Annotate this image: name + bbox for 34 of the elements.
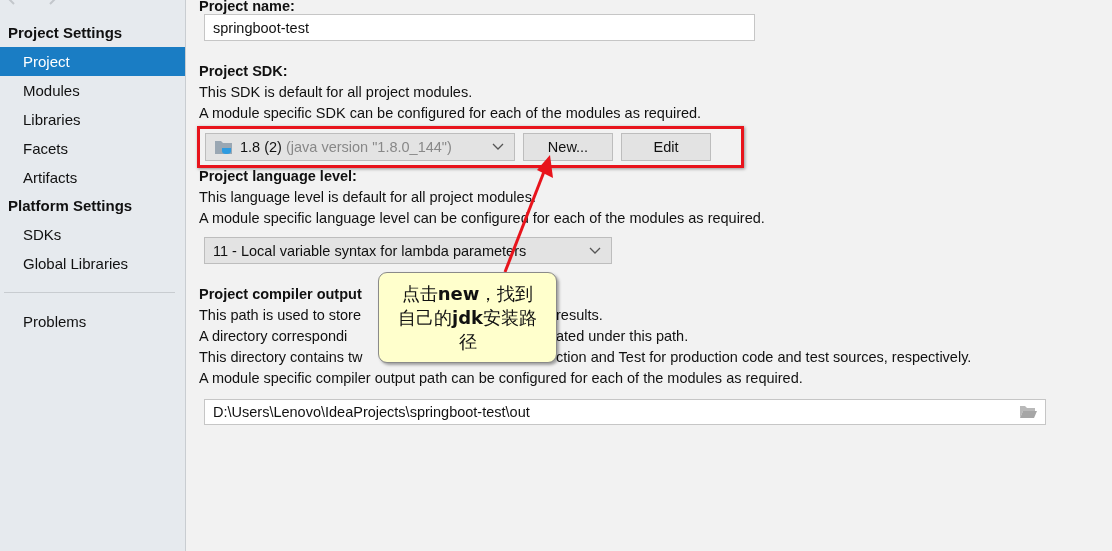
section-heading: Project Settings (7, 23, 124, 43)
description-text: ction and Test for production code and test sources, respectively. (556, 348, 972, 367)
description-text: This directory contains tw (199, 349, 363, 365)
field-label: Project SDK: (199, 62, 289, 81)
field-label: Project compiler output (199, 285, 362, 304)
description-text: A module specific compiler output path can be configured for each of the modules as required. (199, 369, 804, 388)
sidebar-item[interactable]: Problems (0, 307, 185, 336)
sidebar-item[interactable]: Artifacts (0, 163, 185, 192)
description-text: A directory correspondi (199, 328, 348, 344)
section-heading: Platform Settings (7, 196, 134, 216)
chevron-down-icon (589, 246, 601, 255)
sdk-dropdown[interactable]: 1.8 (2) (java version "1.8.0_144") (205, 133, 515, 161)
sidebar-item[interactable]: Project (0, 47, 185, 76)
output-path-field[interactable]: D:\Users\Lenovo\IdeaProjects\springboot-test\out (204, 399, 1046, 425)
sidebar-item[interactable]: Facets (0, 134, 185, 163)
description-text: This path is used to store (199, 307, 361, 323)
sdk-value: 1.8 (2) (java version "1.8.0_144") (240, 139, 453, 155)
field-label: Project name: (199, 0, 296, 13)
chevron-down-icon (492, 143, 504, 151)
callout-text: 点击new，找到自己的jdk安装路径 (397, 281, 538, 354)
description-text: A module specific SDK can be configured for each of the modules as required. (199, 104, 703, 123)
sidebar-item[interactable]: Global Libraries (0, 249, 185, 278)
field-label: Project language level: (199, 167, 358, 186)
description-text: results. (556, 306, 603, 325)
sidebar-item[interactable]: SDKs (0, 220, 185, 249)
description-text: ated under this path. (556, 327, 689, 346)
sdk-button[interactable]: Edit (621, 133, 711, 161)
project-name-field[interactable]: springboot-test (204, 14, 755, 41)
sidebar-item[interactable]: Modules (0, 76, 185, 105)
sdk-button[interactable]: New... (523, 133, 613, 161)
sidebar-item[interactable]: Libraries (0, 105, 185, 134)
description-text: This SDK is default for all project modules. (199, 83, 474, 102)
folder-cup-icon (214, 139, 234, 155)
folder-icon[interactable] (1019, 405, 1037, 419)
